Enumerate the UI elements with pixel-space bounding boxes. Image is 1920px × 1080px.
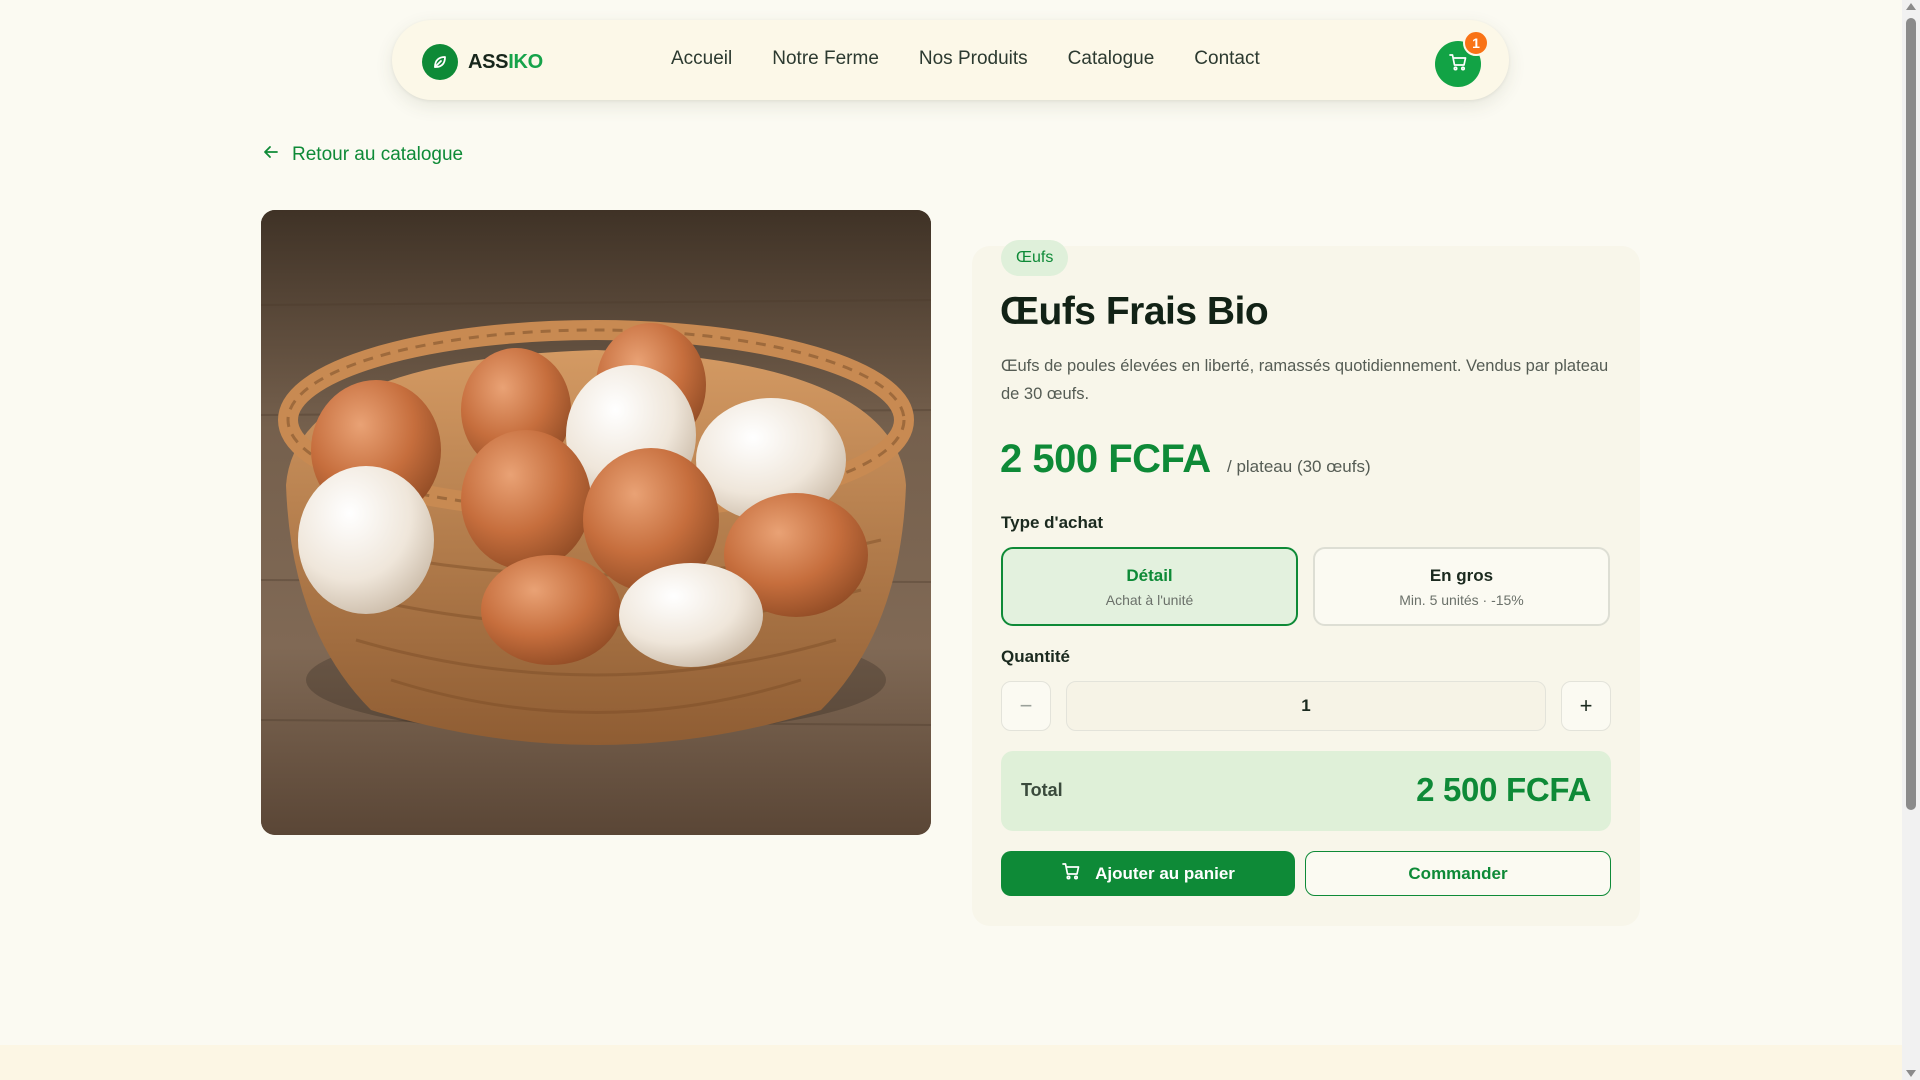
- nav-link-notre-ferme[interactable]: Notre Ferme: [772, 48, 879, 70]
- cart-count-badge: 1: [1463, 30, 1489, 56]
- purchase-option-en-gros[interactable]: En gros Min. 5 unités · -15%: [1313, 547, 1610, 626]
- order-label: Commander: [1408, 863, 1508, 883]
- product-price: 2 500 FCFA: [1000, 437, 1211, 481]
- leaf-icon: [422, 44, 458, 80]
- cart-icon: [1061, 861, 1081, 886]
- page-scrollbar[interactable]: [1902, 0, 1920, 1080]
- product-description: Œufs de poules élevées en liberté, ramas…: [1001, 357, 1609, 403]
- arrow-left-icon: [262, 143, 280, 167]
- purchase-option-subtitle: Achat à l'unité: [1105, 591, 1194, 608]
- add-to-cart-label: Ajouter au panier: [1095, 863, 1235, 883]
- price-unit: / plateau (30 œufs): [1227, 457, 1371, 476]
- product-title: Œufs Frais Bio: [1000, 290, 1269, 333]
- cart-icon: [1448, 52, 1468, 77]
- navbar: ASSIKO Accueil Notre Ferme Nos Produits …: [392, 20, 1509, 100]
- quantity-label: Quantité: [1001, 647, 1070, 666]
- egg-basket-photo: [261, 210, 931, 835]
- product-image: [261, 210, 931, 835]
- quantity-input[interactable]: [1066, 681, 1546, 731]
- quantity-decrease-button[interactable]: −: [1001, 681, 1051, 731]
- nav-link-contact[interactable]: Contact: [1194, 48, 1259, 70]
- scroll-down-arrow-icon[interactable]: [1906, 1070, 1916, 1077]
- logo-text: ASSIKO: [468, 51, 543, 74]
- nav-link-accueil[interactable]: Accueil: [671, 48, 732, 70]
- purchase-option-detail[interactable]: Détail Achat à l'unité: [1001, 547, 1298, 626]
- main-nav: Accueil Notre Ferme Nos Produits Catalog…: [671, 48, 1260, 70]
- category-badge: Œufs: [1001, 240, 1069, 276]
- add-to-cart-button[interactable]: Ajouter au panier: [1001, 851, 1295, 896]
- purchase-option-title: Détail: [1126, 565, 1173, 585]
- back-link-label: Retour au catalogue: [292, 144, 464, 165]
- total-value: 2 500 FCFA: [1416, 771, 1591, 808]
- back-to-catalogue-link[interactable]: Retour au catalogue: [262, 143, 463, 167]
- cart-button[interactable]: 1: [1435, 30, 1489, 87]
- order-button[interactable]: Commander: [1305, 851, 1611, 896]
- logo-text-part1: ASS: [468, 50, 509, 73]
- scroll-up-arrow-icon[interactable]: [1906, 3, 1916, 10]
- footer-strip: [0, 1045, 1902, 1080]
- plus-icon: +: [1579, 693, 1593, 718]
- total-label: Total: [1021, 780, 1063, 800]
- total-box: Total 2 500 FCFA: [1001, 751, 1611, 831]
- nav-link-nos-produits[interactable]: Nos Produits: [919, 48, 1028, 70]
- logo[interactable]: ASSIKO: [422, 44, 543, 80]
- purchase-option-subtitle: Min. 5 unités · -15%: [1399, 591, 1524, 608]
- logo-text-part2: IKO: [508, 50, 543, 73]
- quantity-increase-button[interactable]: +: [1561, 681, 1611, 731]
- scrollbar-thumb[interactable]: [1906, 18, 1916, 810]
- purchase-type-label: Type d'achat: [1001, 513, 1103, 532]
- nav-link-catalogue[interactable]: Catalogue: [1068, 48, 1155, 70]
- minus-icon: −: [1019, 693, 1033, 718]
- purchase-option-title: En gros: [1429, 565, 1494, 585]
